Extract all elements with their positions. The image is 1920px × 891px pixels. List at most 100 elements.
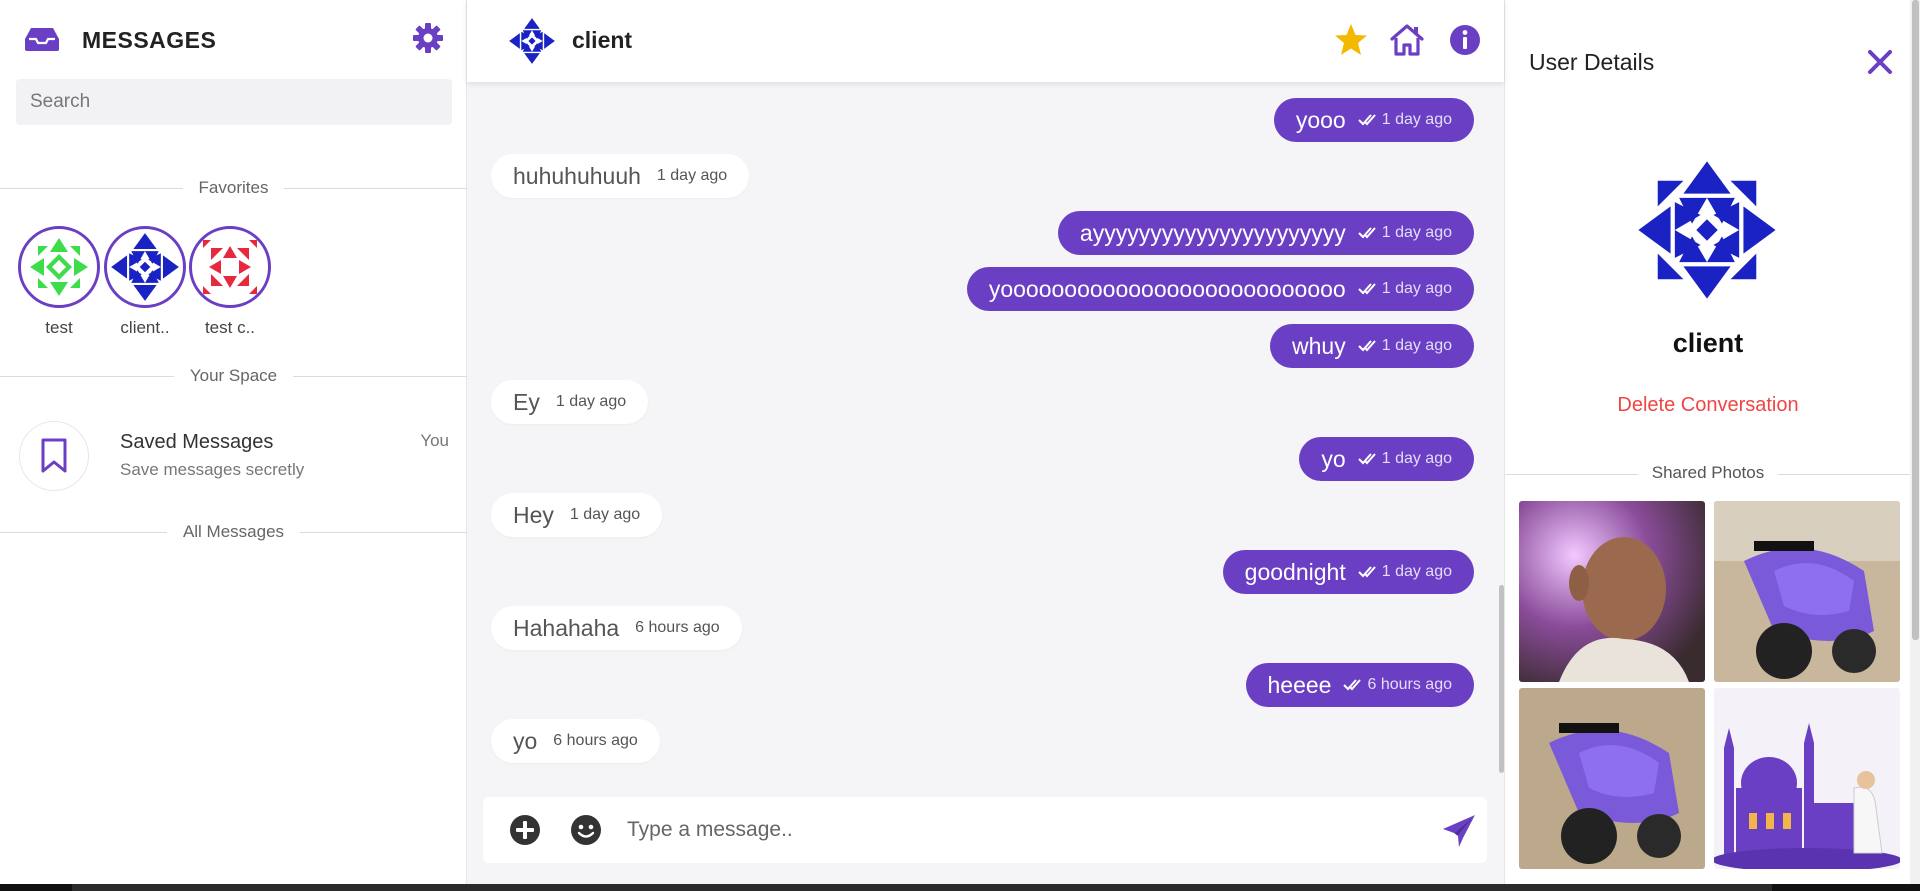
close-icon[interactable]	[1865, 47, 1895, 77]
message-time: 1 day ago	[1381, 224, 1452, 241]
your-space-label: Your Space	[173, 366, 294, 385]
message-composer	[483, 797, 1487, 863]
avatar	[104, 226, 186, 308]
bottom-edge	[0, 884, 1920, 891]
message-time: 1 day ago	[656, 167, 728, 184]
your-space-divider: Your Space	[0, 366, 467, 386]
message-text: Hahahaha	[513, 614, 620, 641]
favorite-label: test c..	[204, 318, 256, 337]
shared-photo[interactable]	[1714, 501, 1900, 682]
saved-messages-tag: You	[420, 431, 449, 450]
double-check-icon	[1358, 566, 1376, 578]
sidebar: MESSAGES Favorites	[0, 0, 467, 891]
chat-header: client	[467, 0, 1504, 82]
messenger-app: MESSAGES Favorites	[0, 0, 1920, 891]
message-outgoing[interactable]: yo 1 day ago	[1299, 437, 1474, 481]
avatar-pattern-icon	[24, 232, 94, 302]
shared-photos-label: Shared Photos	[1637, 463, 1779, 482]
message-text: yooo	[1295, 106, 1346, 133]
user-details-panel: User Details client Delete Conversation …	[1504, 0, 1911, 891]
avatar	[18, 226, 100, 308]
gear-icon[interactable]	[412, 22, 444, 54]
scooter-photo-icon	[1714, 501, 1900, 682]
message-text: yo	[1321, 445, 1346, 472]
message-text: ayyyyyyyyyyyyyyyyyyyyyy	[1079, 219, 1346, 246]
star-icon[interactable]	[1333, 22, 1369, 58]
message-incoming[interactable]: yo 6 hours ago	[491, 719, 660, 763]
favorite-contact[interactable]: test	[18, 226, 100, 338]
message-incoming[interactable]: huhuhuhuuh 1 day ago	[491, 154, 750, 198]
avatar-pattern-icon	[195, 232, 265, 302]
double-check-icon	[1343, 679, 1362, 691]
message-time: 1 day ago	[1381, 563, 1452, 580]
emoji-icon[interactable]	[570, 814, 602, 846]
double-check-icon	[1358, 340, 1376, 352]
message-list: yooo 1 day ago huhuhuhuuh 1 day ago ayyy…	[467, 82, 1504, 772]
message-text: whuy	[1292, 332, 1346, 359]
message-incoming[interactable]: Hahahaha 6 hours ago	[491, 606, 742, 650]
chat-panel: client yooo 1 day ago huhuhuhuuh 1 day a…	[467, 0, 1504, 891]
home-icon[interactable]	[1389, 22, 1425, 58]
chat-contact-name[interactable]: client	[572, 27, 632, 54]
mosque-illustration-icon	[1714, 688, 1900, 869]
message-time: 1 day ago	[555, 393, 627, 410]
page-scrollbar[interactable]	[1912, 0, 1919, 640]
message-time: 1 day ago	[1381, 111, 1452, 128]
saved-messages-name: Saved Messages	[120, 431, 274, 453]
saved-messages-subtitle: Save messages secretly	[120, 460, 305, 479]
double-check-icon	[1358, 227, 1376, 239]
message-time: 1 day ago	[1381, 450, 1452, 467]
all-messages-label: All Messages	[166, 522, 301, 541]
double-check-icon	[1358, 114, 1376, 126]
message-outgoing[interactable]: yooo 1 day ago	[1273, 98, 1474, 142]
message-text: yooooooooooooooooooooooooooo	[988, 275, 1346, 302]
message-time: 1 day ago	[1381, 280, 1452, 297]
message-text: huhuhuhuuh	[513, 162, 641, 189]
sidebar-header: MESSAGES	[0, 0, 467, 78]
message-incoming[interactable]: Ey 1 day ago	[491, 380, 649, 424]
message-incoming[interactable]: Hey 1 day ago	[491, 493, 663, 537]
saved-messages-item[interactable]: Saved Messages Save messages secretly Yo…	[0, 408, 467, 508]
shared-photo[interactable]	[1519, 501, 1705, 682]
message-text: yo	[513, 727, 538, 754]
details-title: User Details	[1529, 49, 1655, 75]
avatar	[189, 226, 271, 308]
favorite-label: client..	[120, 318, 170, 337]
details-name: client	[1672, 328, 1744, 358]
message-input[interactable]	[627, 809, 1407, 851]
shared-photo[interactable]	[1714, 688, 1900, 869]
favorite-contact[interactable]: test c..	[189, 226, 271, 338]
search-input[interactable]	[16, 79, 452, 125]
message-time: 1 day ago	[1381, 337, 1452, 354]
shared-photo[interactable]	[1519, 688, 1705, 869]
message-text: Hey	[513, 501, 554, 528]
favorite-contact[interactable]: client..	[104, 226, 186, 338]
delete-conversation-button[interactable]: Delete Conversation	[1505, 394, 1911, 417]
sidebar-title: MESSAGES	[82, 27, 217, 53]
inbox-icon	[25, 28, 59, 51]
favorite-label: test	[45, 318, 73, 337]
avatar[interactable]	[507, 16, 557, 66]
favorites-label: Favorites	[182, 178, 285, 197]
shared-photos-divider: Shared Photos	[1505, 463, 1911, 485]
message-outgoing[interactable]: whuy 1 day ago	[1270, 324, 1474, 368]
send-icon[interactable]	[1441, 813, 1477, 849]
all-messages-divider: All Messages	[0, 522, 467, 542]
double-check-icon	[1358, 453, 1376, 465]
message-outgoing[interactable]: yooooooooooooooooooooooooooo 1 day ago	[966, 267, 1474, 311]
message-time: 1 day ago	[569, 506, 641, 523]
message-time: 6 hours ago	[1367, 676, 1452, 693]
message-text: heeee	[1267, 671, 1332, 698]
info-icon[interactable]	[1447, 22, 1483, 58]
message-text: Ey	[513, 388, 540, 415]
message-time: 6 hours ago	[553, 732, 638, 749]
double-check-icon	[1358, 283, 1376, 295]
message-text: goodnight	[1244, 558, 1346, 585]
bookmark-icon	[19, 421, 89, 491]
avatar-pattern-icon	[108, 230, 182, 304]
message-outgoing[interactable]: heeee 6 hours ago	[1245, 663, 1474, 707]
message-time: 6 hours ago	[635, 619, 720, 636]
add-attachment-icon[interactable]	[509, 814, 541, 846]
message-outgoing[interactable]: goodnight 1 day ago	[1222, 550, 1474, 594]
message-outgoing[interactable]: ayyyyyyyyyyyyyyyyyyyyyy 1 day ago	[1057, 211, 1474, 255]
